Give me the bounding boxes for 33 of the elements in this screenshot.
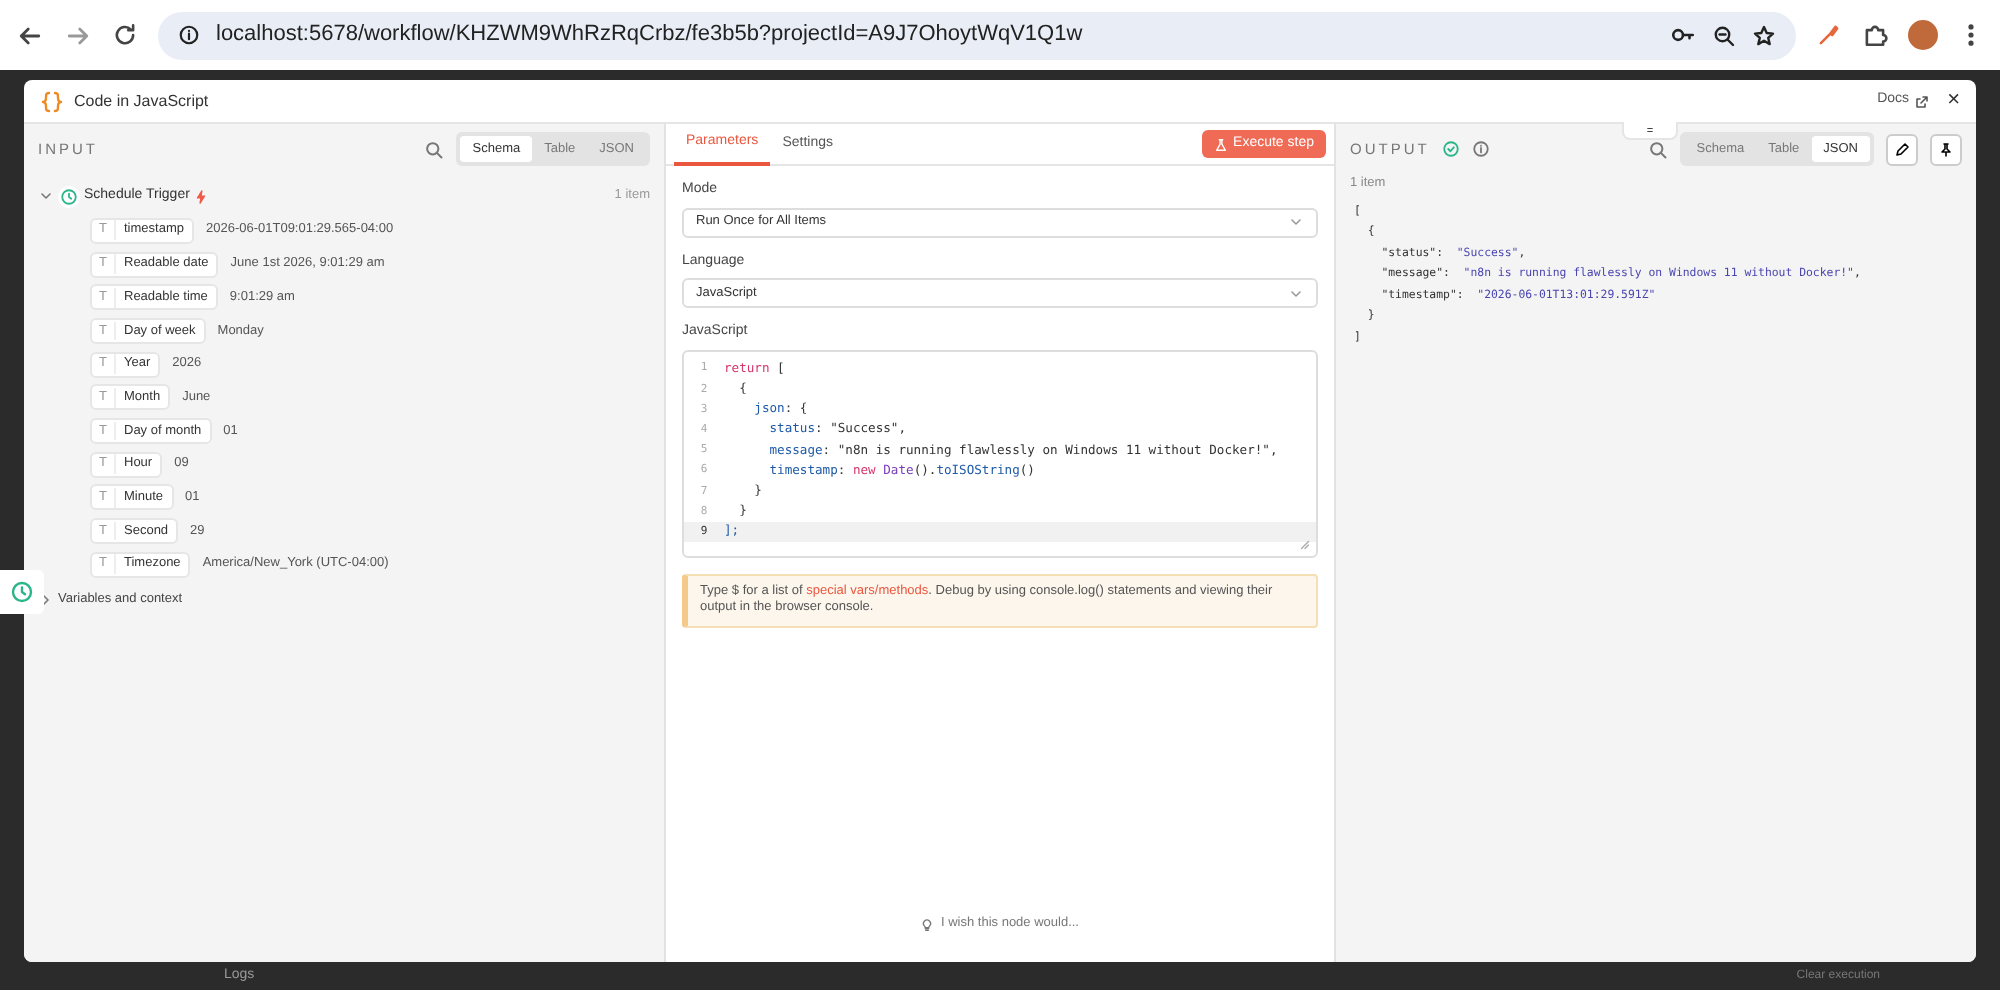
pencil-icon	[1894, 141, 1910, 157]
info-icon	[1471, 140, 1490, 158]
extensions-icon[interactable]	[1862, 22, 1888, 48]
pin-icon	[1938, 141, 1954, 157]
clock-icon	[58, 185, 80, 207]
drag-handle[interactable]	[1622, 122, 1678, 140]
zoom-icon[interactable]	[1712, 23, 1736, 47]
search-icon[interactable]	[1648, 139, 1669, 159]
clock-icon	[10, 580, 34, 604]
flask-icon	[1213, 137, 1228, 151]
pin-button[interactable]	[1930, 133, 1962, 165]
reload-icon[interactable]	[112, 22, 138, 48]
modal-title: Code in JavaScript	[74, 89, 211, 113]
avatar[interactable]	[1908, 20, 1938, 50]
trigger-node-button[interactable]	[0, 570, 44, 614]
grip-icon	[1644, 124, 1656, 136]
chevron-down-icon	[1288, 285, 1304, 301]
brush-icon[interactable]	[1816, 22, 1842, 48]
chevron-icon[interactable]	[38, 591, 54, 608]
search-icon[interactable]	[424, 139, 445, 159]
braces-icon	[40, 89, 64, 113]
lightbulb-icon	[920, 917, 935, 932]
edit-button[interactable]	[1886, 133, 1918, 165]
site-info-icon[interactable]	[178, 24, 200, 46]
chevron-down-icon	[1288, 214, 1304, 230]
external-link-icon	[1913, 93, 1930, 109]
chevron-icon[interactable]	[38, 188, 54, 204]
success-check-icon	[1441, 140, 1460, 158]
url-text: localhost:5678/workflow/KHZWM9WhRzRqCrbz/fe3b5b?projectId=A9J7OhoytWqV1Q1w	[216, 20, 1085, 51]
bookmark-star-icon[interactable]	[1752, 23, 1776, 47]
address-bar[interactable]: localhost:5678/workflow/KHZWM9WhRzRqCrbz/fe3b5b?projectId=A9J7OhoytWqV1Q1w	[158, 11, 1796, 59]
lightning-icon	[193, 189, 208, 203]
close-button[interactable]: ×	[1947, 90, 1960, 112]
